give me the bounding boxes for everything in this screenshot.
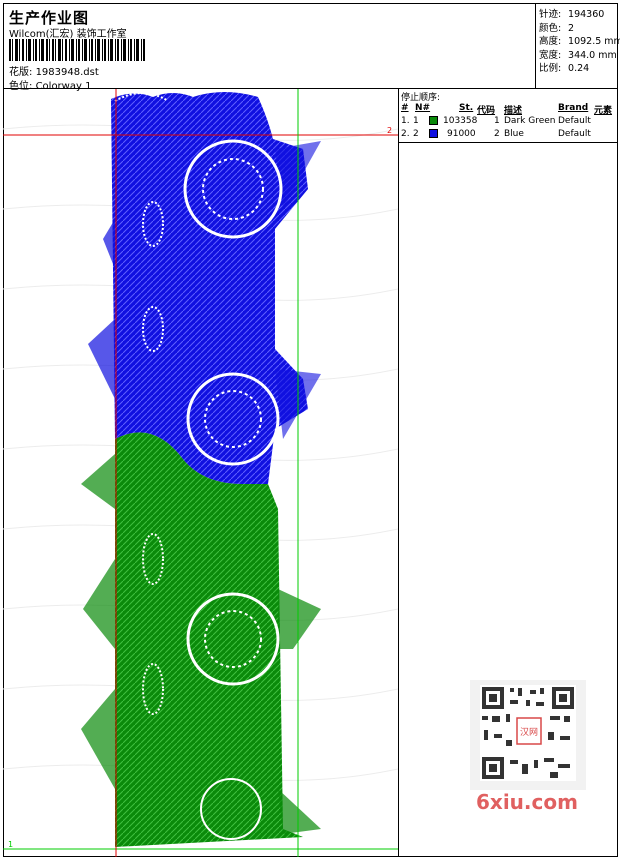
embroidery-preview: 2 1 (3, 89, 398, 857)
col-header-code: 代码 (477, 106, 496, 116)
color-swatch-blue (429, 129, 438, 138)
header-panel: 生产作业图 Wilcom(汇宏) 装饰工作室 花版: 1983948.dst 色… (3, 3, 618, 92)
marker-bottom: 1 (8, 840, 13, 849)
qr-code-icon: 汉网 (480, 685, 576, 781)
col-header-index: # (401, 103, 409, 113)
blue-embroidery-region (88, 92, 321, 484)
qr-code: 汉网 (470, 680, 586, 790)
design-file: 花版: 1983948.dst (9, 63, 99, 78)
stop-sequence-title: 停止顺序: (401, 93, 441, 103)
info-row-colors: 颜色: 2 (539, 22, 575, 34)
col-header-n: N# (415, 103, 431, 113)
green-embroidery-region (81, 432, 321, 847)
design-info-box: 针迹: 194360 颜色: 2 高度: 1092.5 mm 宽度: 344.0… (535, 3, 620, 89)
watermark-logo: 6xiu.com (476, 790, 578, 814)
embroidery-preview-drawing: 2 1 (3, 89, 398, 857)
info-row-stitches: 针迹: 194360 (539, 9, 605, 20)
qr-badge-text: 汉网 (520, 727, 538, 738)
col-header-stitches: St. (459, 103, 474, 113)
barcode-icon (9, 39, 145, 61)
marker-top: 2 (387, 126, 392, 135)
info-row-width: 宽度: 344.0 mm (539, 49, 617, 61)
info-row-height: 高度: 1092.5 mm (539, 36, 620, 48)
col-header-element: 元素 (594, 106, 613, 116)
stop-sequence-table: 停止顺序: # N# St. 代码 描述 Brand 元素 1. 1 10335… (398, 89, 618, 143)
col-header-brand: Brand (558, 103, 589, 113)
company-name: Wilcom(汇宏) 装饰工作室 (9, 29, 127, 40)
col-header-description: 描述 (504, 106, 523, 116)
color-swatch-dark-green (429, 116, 438, 125)
info-row-scale: 比例: 0.24 (539, 63, 590, 75)
